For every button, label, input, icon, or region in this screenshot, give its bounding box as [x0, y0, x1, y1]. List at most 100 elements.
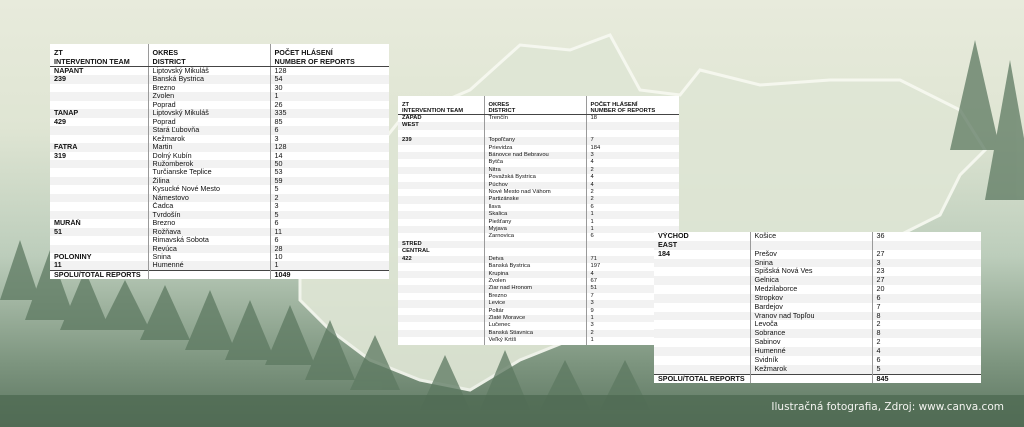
reports-cell: 2: [586, 166, 679, 175]
table-row: Levice 3: [398, 300, 679, 308]
table-row: Kežmarok 3: [50, 134, 389, 144]
team-cell: 429: [50, 117, 149, 127]
table-row: WEST: [398, 122, 679, 130]
reports-cell: 2: [590, 189, 594, 196]
reports-cell: [586, 122, 679, 130]
table-row: Banská Štiavnica 2: [398, 329, 679, 338]
reports-cell: 27: [876, 249, 885, 258]
district-cell: Krupina: [484, 270, 587, 278]
table-row: Snina 3: [654, 258, 981, 268]
team-cell: [398, 181, 485, 190]
reports-cell: 85: [274, 117, 283, 126]
table-row: Piešťany 1: [398, 218, 679, 227]
reports-cell: 2: [876, 320, 881, 329]
district-cell: Nitra: [484, 166, 587, 175]
reports-cell: 1: [270, 261, 389, 271]
header-row: ZT INTERVENTION TEAM OKRES DISTRICT POČET HL…: [50, 44, 389, 67]
team-cell: [398, 337, 485, 345]
team-cell: [654, 364, 751, 374]
table-row: Poprad 26: [50, 100, 389, 110]
district-cell: Ružomberok: [148, 159, 271, 169]
table-row: 51 Rožňava 11: [50, 227, 389, 237]
district-cell: Námestovo: [148, 193, 271, 203]
district-cell: [484, 129, 587, 138]
reports-cell: 128: [270, 143, 389, 152]
table-row: Rimavská Sobota 6: [50, 236, 389, 245]
team-cell: 239: [50, 75, 149, 84]
reports-cell: 50: [270, 159, 389, 169]
header-reports-line2: NUMBER OF REPORTS: [274, 57, 355, 66]
district-cell: Kysucké Nové Mesto: [148, 185, 271, 194]
district-cell: Lučenec: [484, 322, 587, 330]
team-cell: [398, 285, 485, 293]
reports-cell: 36: [876, 232, 885, 240]
district-cell: Humenné: [750, 346, 873, 356]
table-row: Brezno 30: [50, 83, 389, 93]
reports-cell: 3: [274, 134, 279, 143]
district-cell: Levoča: [750, 320, 873, 330]
district-cell: Zlaté Moravce: [484, 314, 587, 323]
table-row: Stropkov 6: [654, 293, 981, 303]
district-cell: Revúca: [148, 244, 271, 253]
header-team-line1: ZT: [54, 48, 63, 57]
district-cell: Zvolen: [484, 277, 587, 286]
table-row: Kežmarok 5: [654, 364, 981, 374]
team-cell: [398, 233, 485, 241]
team-cell: [398, 277, 485, 286]
reports-cell: 3: [274, 202, 279, 211]
reports-cell: 11: [270, 227, 389, 237]
reports-cell: 27: [872, 276, 981, 286]
table-row: 239 Topoľčany 7: [398, 137, 679, 145]
district-cell: Topoľčany: [484, 137, 587, 145]
district-cell: Prešov: [750, 249, 873, 259]
reports-cell: 4: [872, 346, 981, 356]
district-cell: Kežmarok: [148, 134, 271, 144]
district-cell: Poltár: [484, 307, 587, 315]
team-cell: [50, 92, 149, 101]
reports-cell: 4: [590, 174, 594, 181]
team-cell: [50, 168, 149, 177]
district-cell: Poprad: [148, 100, 271, 110]
total-spacer: [148, 269, 271, 280]
header-team-line2: INTERVENTION TEAM: [54, 57, 130, 66]
reports-cell: 6: [274, 219, 279, 228]
team-cell: [654, 320, 751, 330]
table-row: Nové Mesto nad Váhom 2: [398, 189, 679, 197]
district-cell: Liptovský Mikuláš: [148, 109, 271, 118]
district-cell: Brezno: [484, 292, 587, 301]
table-row: Zvolen 67: [398, 277, 679, 286]
team-cell: [654, 302, 751, 312]
team-cell: [654, 285, 751, 294]
table-row: Čadca 3: [50, 202, 389, 211]
reports-cell: 54: [270, 75, 389, 84]
team-cell: [50, 176, 149, 186]
reports-cell: 1: [586, 211, 679, 219]
team-cell: MURÁŇ: [50, 219, 149, 228]
district-cell: Kežmarok: [750, 364, 873, 374]
table-row: Bardejov 7: [654, 302, 981, 312]
total-row: SPOLU/TOTAL REPORTS 845: [654, 373, 981, 384]
district-cell: Snina: [750, 258, 873, 268]
header-reports-line2: NUMBER OF REPORTS: [590, 108, 656, 114]
district-cell: Prievidza: [484, 144, 587, 153]
team-cell: [50, 202, 149, 211]
reports-cell: 1: [270, 92, 389, 101]
team-cell: [654, 355, 751, 365]
district-cell: Bardejov: [750, 302, 873, 312]
district-cell: [750, 240, 873, 250]
district-cell: Bytča: [484, 159, 587, 167]
district-cell: Banská Štiavnica: [484, 329, 587, 338]
team-cell: [50, 83, 149, 93]
table-east: VÝCHOD Košice 36 EAST 184 Prešov 27 Snina 3 Spišs…: [654, 232, 981, 384]
table-row: Gelnica 27: [654, 276, 981, 286]
table-row: 239 Banská Bystrica 54: [50, 75, 389, 84]
district-cell: Brezno: [148, 83, 271, 93]
district-cell: Sobrance: [750, 329, 873, 339]
reports-cell: 7: [586, 137, 679, 145]
district-cell: Trenčín: [484, 114, 587, 123]
district-cell: Skalica: [484, 211, 587, 219]
table-row: 429 Poprad 85: [50, 117, 389, 127]
team-cell: VÝCHOD: [654, 232, 751, 241]
reports-cell: 4: [586, 181, 679, 190]
district-cell: Považská Bystrica: [484, 174, 587, 182]
